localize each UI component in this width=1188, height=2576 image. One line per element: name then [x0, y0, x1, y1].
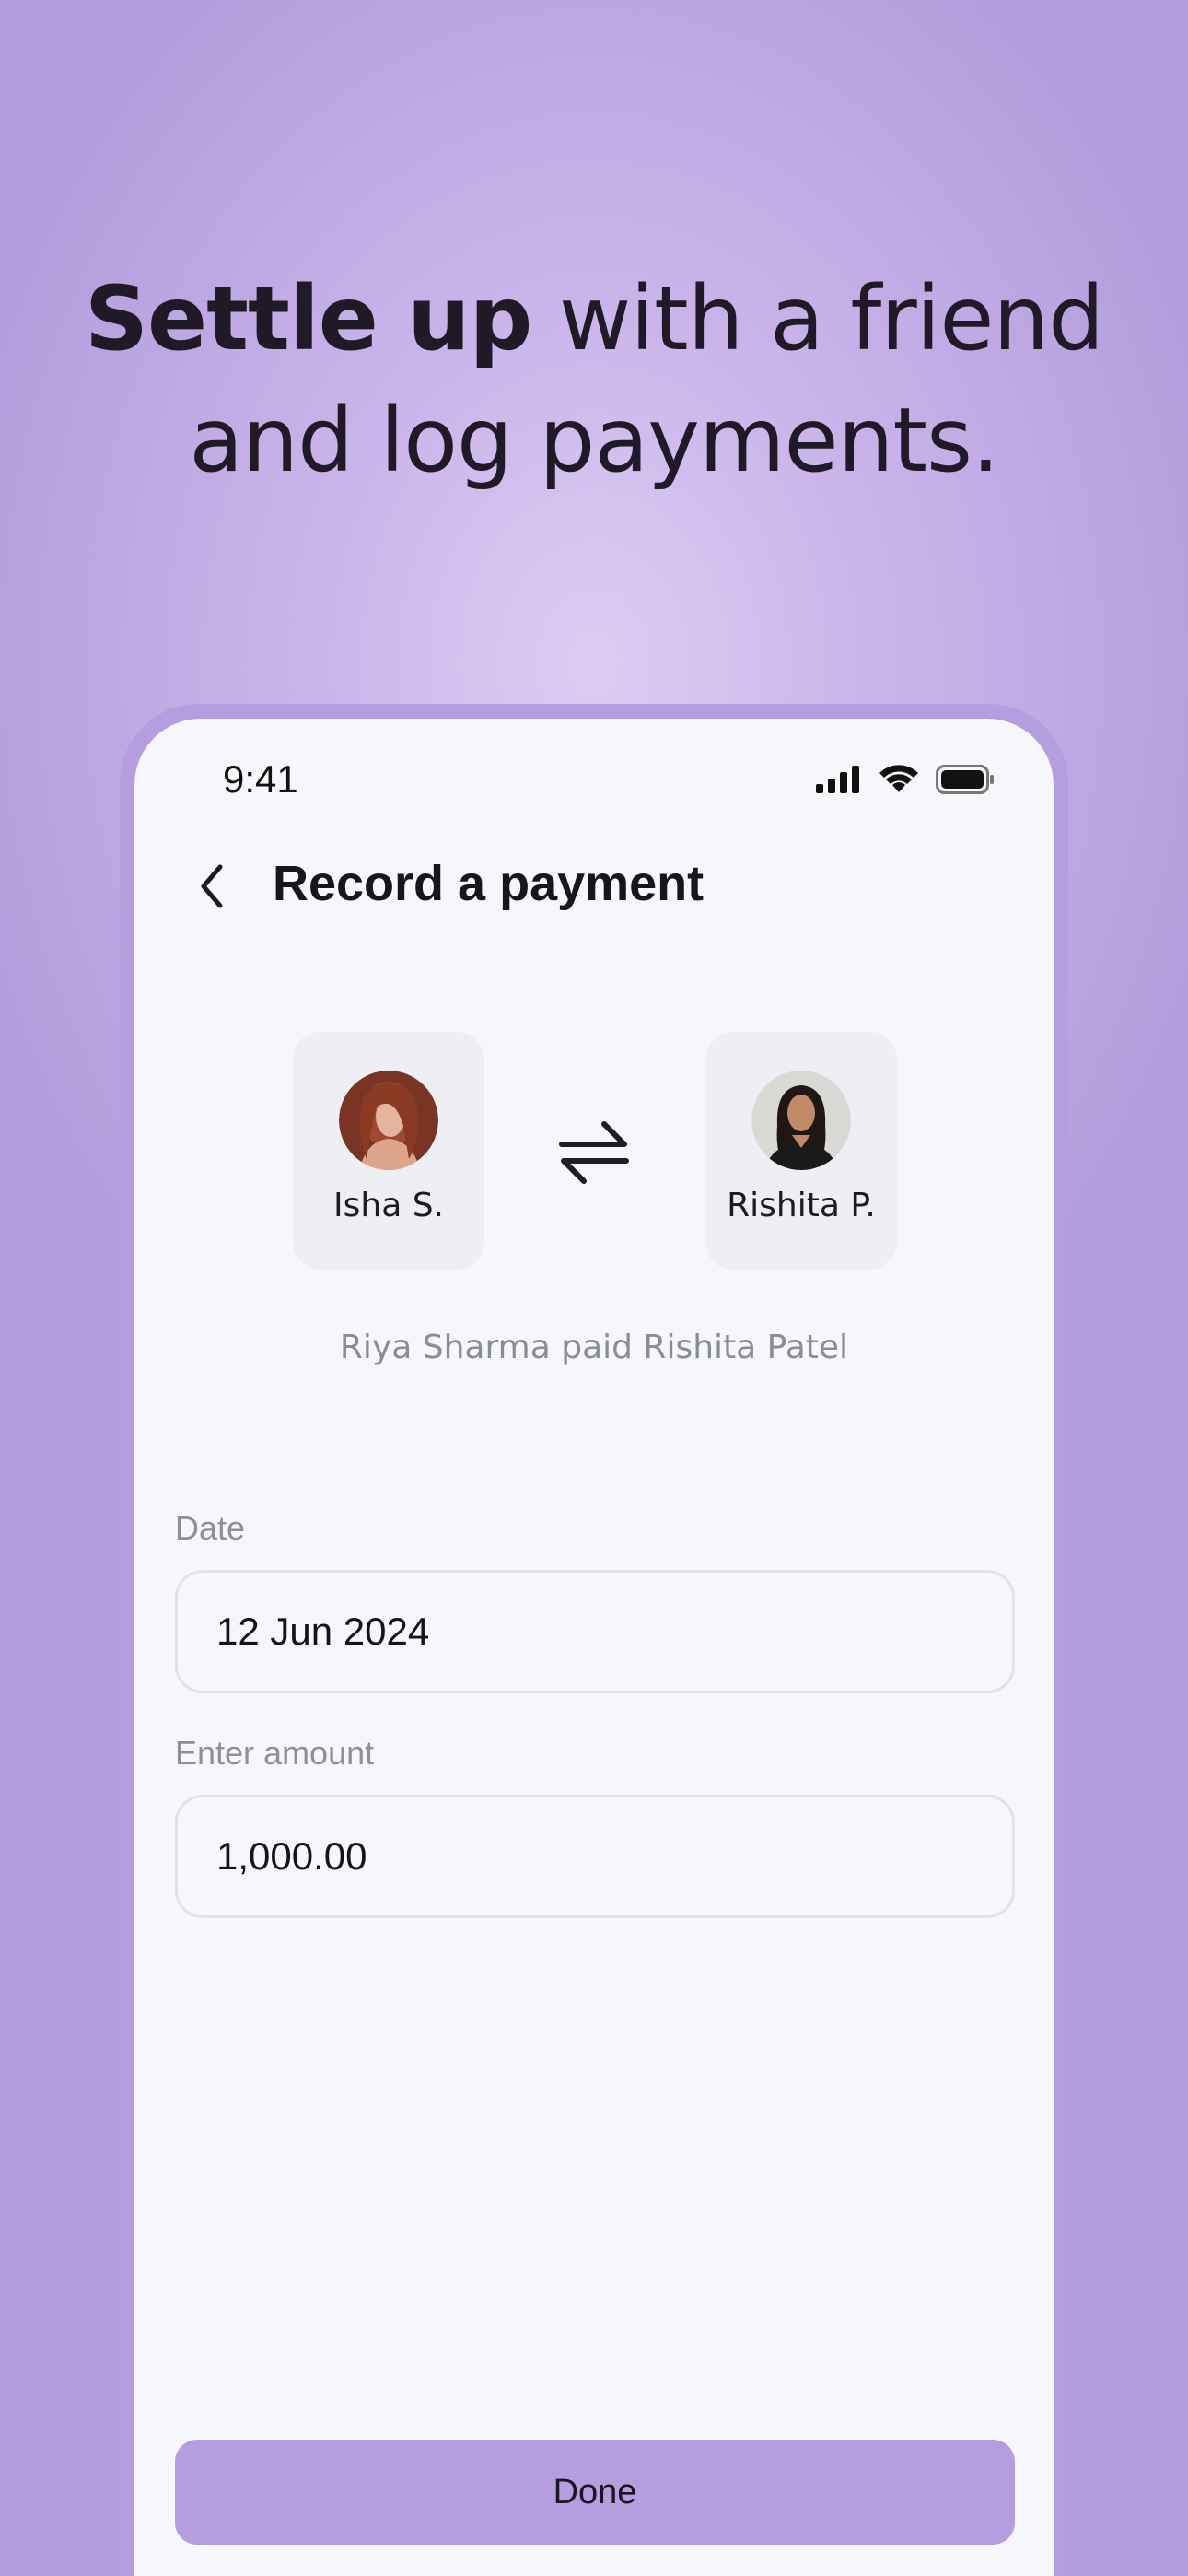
payee-name: Rishita P.	[727, 1187, 876, 1224]
headline-bold: Settle up	[84, 267, 533, 370]
back-button[interactable]	[182, 857, 241, 916]
payee-card[interactable]: Rishita P.	[705, 1032, 897, 1270]
date-field[interactable]	[175, 1570, 1015, 1693]
avatar-photo	[751, 1071, 851, 1170]
swap-arrows-icon[interactable]	[556, 1115, 632, 1190]
page-title: Record a payment	[273, 856, 705, 911]
amount-label: Enter amount	[175, 1734, 375, 1772]
payer-name: Isha S.	[333, 1187, 444, 1224]
headline-line-1: Settle up with a friend	[0, 258, 1188, 380]
marketing-headline: Settle up with a friend and log payments…	[0, 258, 1188, 501]
headline-line-2: and log payments.	[189, 389, 999, 492]
battery-icon	[936, 765, 994, 794]
headline-rest: with a friend	[531, 267, 1104, 370]
avatar-photo	[339, 1071, 438, 1170]
amount-input[interactable]	[216, 1834, 1012, 1879]
payee-avatar	[751, 1071, 851, 1170]
date-label: Date	[175, 1509, 246, 1547]
date-input[interactable]	[216, 1610, 1012, 1654]
phone-screen: 9:41 Record a payment Isha S. Rishita P.…	[134, 719, 1054, 2576]
cellular-signal-icon	[816, 766, 859, 793]
payment-summary: Riya Sharma paid Rishita Patel	[339, 1329, 849, 1366]
amount-field[interactable]	[175, 1795, 1015, 1918]
status-icons	[816, 761, 995, 798]
done-button[interactable]: Done	[175, 2440, 1015, 2545]
payer-avatar	[339, 1071, 438, 1170]
chevron-left-icon	[201, 864, 223, 908]
status-time: 9:41	[223, 757, 298, 801]
payer-card[interactable]: Isha S.	[293, 1032, 484, 1270]
wifi-icon	[879, 765, 918, 792]
